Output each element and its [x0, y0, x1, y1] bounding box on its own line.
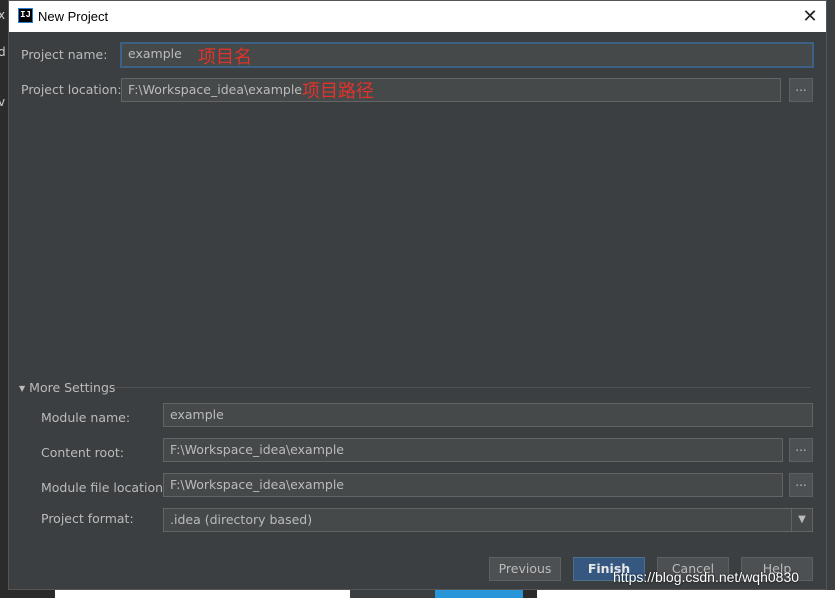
project-name-annotation: 项目名 — [198, 47, 252, 68]
title-bar: IJ New Project ✕ — [9, 1, 826, 32]
module-file-browse-button[interactable]: ... — [789, 473, 813, 497]
collapse-triangle-icon: ▼ — [19, 384, 26, 393]
dropdown-arrow-icon: ▼ — [791, 509, 812, 531]
content-root-input[interactable]: F:\Workspace_idea\example — [163, 438, 783, 462]
new-project-dialog: IJ New Project ✕ Project name: example 项… — [8, 0, 827, 590]
separator — [111, 387, 811, 388]
project-format-label: Project format: — [41, 511, 134, 526]
project-location-input[interactable]: F:\Workspace_idea\example — [121, 78, 781, 102]
background-app-edge: x d v — [0, 0, 8, 598]
background-app-bottom — [0, 590, 835, 598]
module-file-location-input[interactable]: F:\Workspace_idea\example — [163, 473, 783, 497]
module-name-value: example — [170, 407, 224, 422]
project-format-select[interactable]: .idea (directory based) ▼ — [163, 508, 813, 532]
more-settings-toggle[interactable]: ▼ More Settings — [19, 380, 115, 395]
content-root-label: Content root: — [41, 445, 124, 460]
module-file-location-value: F:\Workspace_idea\example — [170, 477, 344, 492]
project-name-label: Project name: — [21, 47, 108, 62]
background-glyph: v — [0, 95, 6, 109]
watermark-text: https://blog.csdn.net/wqh0830 — [613, 569, 800, 585]
more-settings-label: More Settings — [29, 380, 116, 395]
project-location-browse-button[interactable]: ... — [789, 78, 813, 102]
project-location-value: F:\Workspace_idea\example — [128, 82, 302, 97]
background-glyph: d — [0, 45, 6, 59]
module-file-location-label: Module file location: — [41, 480, 168, 495]
project-location-annotation: 项目路径 — [302, 81, 374, 102]
module-name-label: Module name: — [41, 410, 131, 425]
previous-button[interactable]: Previous — [489, 557, 561, 581]
close-icon[interactable]: ✕ — [798, 4, 822, 28]
content-root-value: F:\Workspace_idea\example — [170, 442, 344, 457]
project-format-value: .idea (directory based) — [170, 512, 313, 527]
intellij-app-icon: IJ — [18, 8, 33, 23]
background-glyph: x — [0, 8, 6, 22]
project-location-label: Project location: — [21, 82, 122, 97]
module-name-input[interactable]: example — [163, 403, 813, 427]
project-name-value: example — [128, 46, 182, 61]
content-root-browse-button[interactable]: ... — [789, 438, 813, 462]
window-title: New Project — [38, 9, 109, 24]
